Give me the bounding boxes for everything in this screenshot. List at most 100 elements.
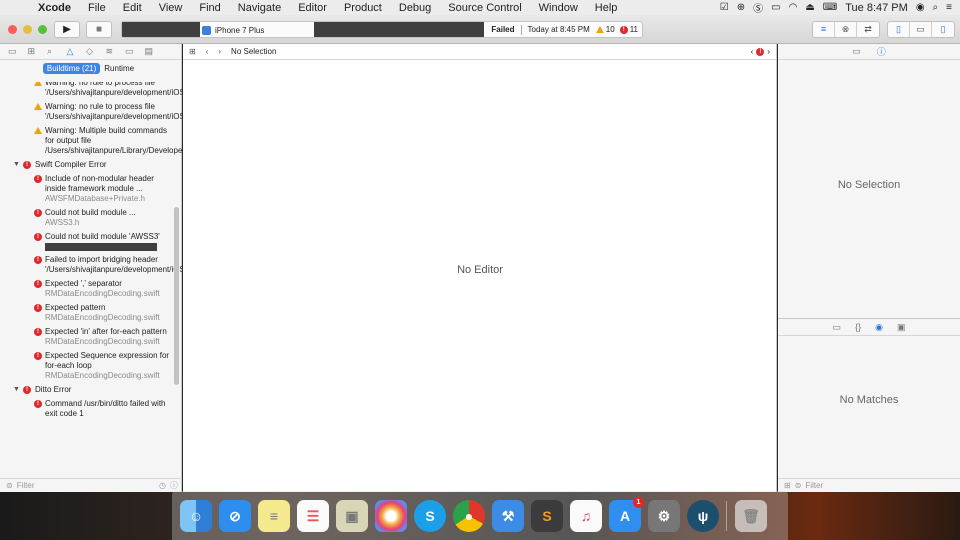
photos-icon[interactable]: ✿ <box>375 499 407 532</box>
issue-group-swift-compiler[interactable]: ▼ ! Swift Compiler Error <box>0 160 182 170</box>
navigator-scrollbar[interactable] <box>174 207 179 385</box>
test-navigator-icon[interactable]: ◇ <box>86 46 106 57</box>
system-preferences-icon[interactable]: ⚙ <box>648 499 680 532</box>
debug-area-toggle-icon[interactable]: ▭ <box>910 22 932 37</box>
notes-icon[interactable]: ≡ <box>258 499 290 532</box>
menu-help[interactable]: Help <box>595 2 618 14</box>
list-item[interactable]: Warning: no rule to process file '/Users… <box>0 82 182 98</box>
stop-button[interactable]: ■ <box>86 21 112 38</box>
sourcetree-icon[interactable]: ψ <box>687 499 719 532</box>
breakpoint-navigator-icon[interactable]: ▭ <box>125 46 145 57</box>
issue-list: Warning: no rule to process file '/Users… <box>0 82 182 478</box>
list-item[interactable]: Warning: no rule to process file '/Users… <box>0 102 182 122</box>
wifi-icon[interactable]: ◠ <box>789 2 798 13</box>
errors-only-filter-icon[interactable]: ⓘ <box>170 480 178 491</box>
utilities-toggle-icon[interactable]: ▯ <box>932 22 954 37</box>
file-template-library-icon[interactable]: ▭ <box>833 322 842 333</box>
minimize-window-button[interactable] <box>23 25 32 34</box>
navigator-toggle-icon[interactable]: ▯ <box>888 22 910 37</box>
preview-icon[interactable]: ▣ <box>336 499 368 532</box>
menu-product[interactable]: Product <box>344 2 382 14</box>
error-icon[interactable]: ! <box>756 47 765 56</box>
list-item[interactable]: ! Failed to import bridging header '/Use… <box>0 255 182 275</box>
next-issue-icon[interactable]: › <box>767 47 770 56</box>
issue-group-ditto[interactable]: ▼ ! Ditto Error <box>0 385 182 395</box>
keyboard-icon[interactable]: ⌨ <box>823 2 837 13</box>
error-icon: ! <box>23 386 31 394</box>
list-item[interactable]: ! Could not build module 'AWSS3' <box>0 232 182 251</box>
list-item[interactable]: ! Expected Sequence expression for for-e… <box>0 351 182 381</box>
finder-icon[interactable]: ☺ <box>180 499 212 532</box>
jump-bar-path[interactable]: No Selection <box>231 47 276 56</box>
find-navigator-icon[interactable]: ⌕ <box>47 46 67 57</box>
list-item[interactable]: Warning: Multiple build commands for out… <box>0 126 182 156</box>
menu-window[interactable]: Window <box>539 2 578 14</box>
close-window-button[interactable] <box>8 25 17 34</box>
safari-icon[interactable]: ⊘ <box>219 499 251 532</box>
code-snippet-library-icon[interactable]: {} <box>855 322 861 332</box>
user-avatar-icon[interactable]: ◉ <box>916 2 925 13</box>
build-status[interactable]: Failed Today at 8:45 PM 10 ! 11 <box>491 22 638 37</box>
assistant-editor-icon[interactable]: ⊗ <box>835 22 857 37</box>
disclosure-triangle-icon[interactable]: ▼ <box>13 385 20 395</box>
project-navigator-icon[interactable]: ▭ <box>8 46 28 57</box>
destination-selector[interactable]: iPhone 7 Plus <box>202 23 264 37</box>
lock-icon[interactable]: ⊕ <box>737 2 745 13</box>
library-tabs: ▭ {} ◉ ▣ <box>778 318 960 336</box>
list-item[interactable]: ! Include of non-modular header inside f… <box>0 174 182 204</box>
skype-icon[interactable]: Ⓢ <box>753 0 763 15</box>
tab-buildtime[interactable]: Buildtime (21) <box>42 62 101 74</box>
quick-help-icon[interactable]: ⓘ <box>877 45 886 58</box>
list-item[interactable]: ! Could not build module ... AWSS3.h <box>0 208 182 228</box>
debug-navigator-icon[interactable]: ≋ <box>106 46 126 57</box>
issue-navigator-icon[interactable]: △ <box>67 46 87 57</box>
reminders-icon[interactable]: ☰ <box>297 499 329 532</box>
battery-icon[interactable]: ▭ <box>771 2 780 13</box>
xcode-icon[interactable]: ⚒ <box>492 499 524 532</box>
list-item[interactable]: ! Expected ',' separator RMDataEncodingD… <box>0 279 182 299</box>
itunes-icon[interactable]: ♫ <box>570 499 602 532</box>
list-item[interactable]: ! Expected 'in' after for-each pattern R… <box>0 327 182 347</box>
list-item[interactable]: ! Expected pattern RMDataEncodingDecodin… <box>0 303 182 323</box>
menu-source-control[interactable]: Source Control <box>448 2 521 14</box>
recent-filter-icon[interactable]: ◷ <box>159 481 166 490</box>
forward-arrow-icon[interactable]: › <box>218 47 221 56</box>
menu-editor[interactable]: Editor <box>298 2 327 14</box>
object-library-icon[interactable]: ◉ <box>875 322 883 333</box>
spotlight-icon[interactable]: ⌕ <box>933 2 939 13</box>
library-filter-input[interactable]: Filter <box>805 481 823 490</box>
report-navigator-icon[interactable]: ▤ <box>145 46 165 57</box>
clock[interactable]: Tue 8:47 PM <box>845 2 908 14</box>
zoom-window-button[interactable] <box>38 25 47 34</box>
disclosure-triangle-icon[interactable]: ▼ <box>13 160 20 170</box>
file-inspector-icon[interactable]: ▭ <box>852 46 861 57</box>
notification-center-icon[interactable]: ≡ <box>946 2 952 13</box>
app-store-icon[interactable]: A 1 <box>609 496 644 532</box>
tab-runtime[interactable]: Runtime <box>100 63 138 74</box>
related-items-icon[interactable]: ⊞ <box>189 47 196 56</box>
menu-debug[interactable]: Debug <box>399 2 431 14</box>
previous-issue-icon[interactable]: ‹ <box>751 47 754 56</box>
menu-xcode[interactable]: Xcode <box>38 2 71 14</box>
menu-file[interactable]: File <box>88 2 106 14</box>
chrome-icon[interactable]: ● <box>453 499 485 532</box>
menu-find[interactable]: Find <box>199 2 220 14</box>
sublime-text-icon[interactable]: S <box>531 499 563 532</box>
eject-icon[interactable]: ⏏ <box>805 2 814 13</box>
symbol-navigator-icon[interactable]: ⊞ <box>28 46 48 57</box>
app-store-badge: 1 <box>633 496 644 508</box>
navigator-filter-input[interactable]: Filter <box>17 481 35 490</box>
trash-icon[interactable]: 🗑 <box>735 499 767 532</box>
skype-icon[interactable]: S <box>414 499 446 532</box>
menu-navigate[interactable]: Navigate <box>238 2 281 14</box>
back-arrow-icon[interactable]: ‹ <box>206 47 209 56</box>
checkbox-icon[interactable]: ☑ <box>720 2 729 13</box>
grid-view-icon[interactable]: ⊞ <box>784 481 791 490</box>
standard-editor-icon[interactable]: ≡ <box>813 22 835 37</box>
menu-edit[interactable]: Edit <box>123 2 142 14</box>
list-item[interactable]: ! Command /usr/bin/ditto failed with exi… <box>0 399 182 419</box>
version-editor-icon[interactable]: ⇄ <box>857 22 879 37</box>
menu-view[interactable]: View <box>159 2 183 14</box>
run-button[interactable]: ▶ <box>54 21 80 38</box>
media-library-icon[interactable]: ▣ <box>897 322 906 333</box>
